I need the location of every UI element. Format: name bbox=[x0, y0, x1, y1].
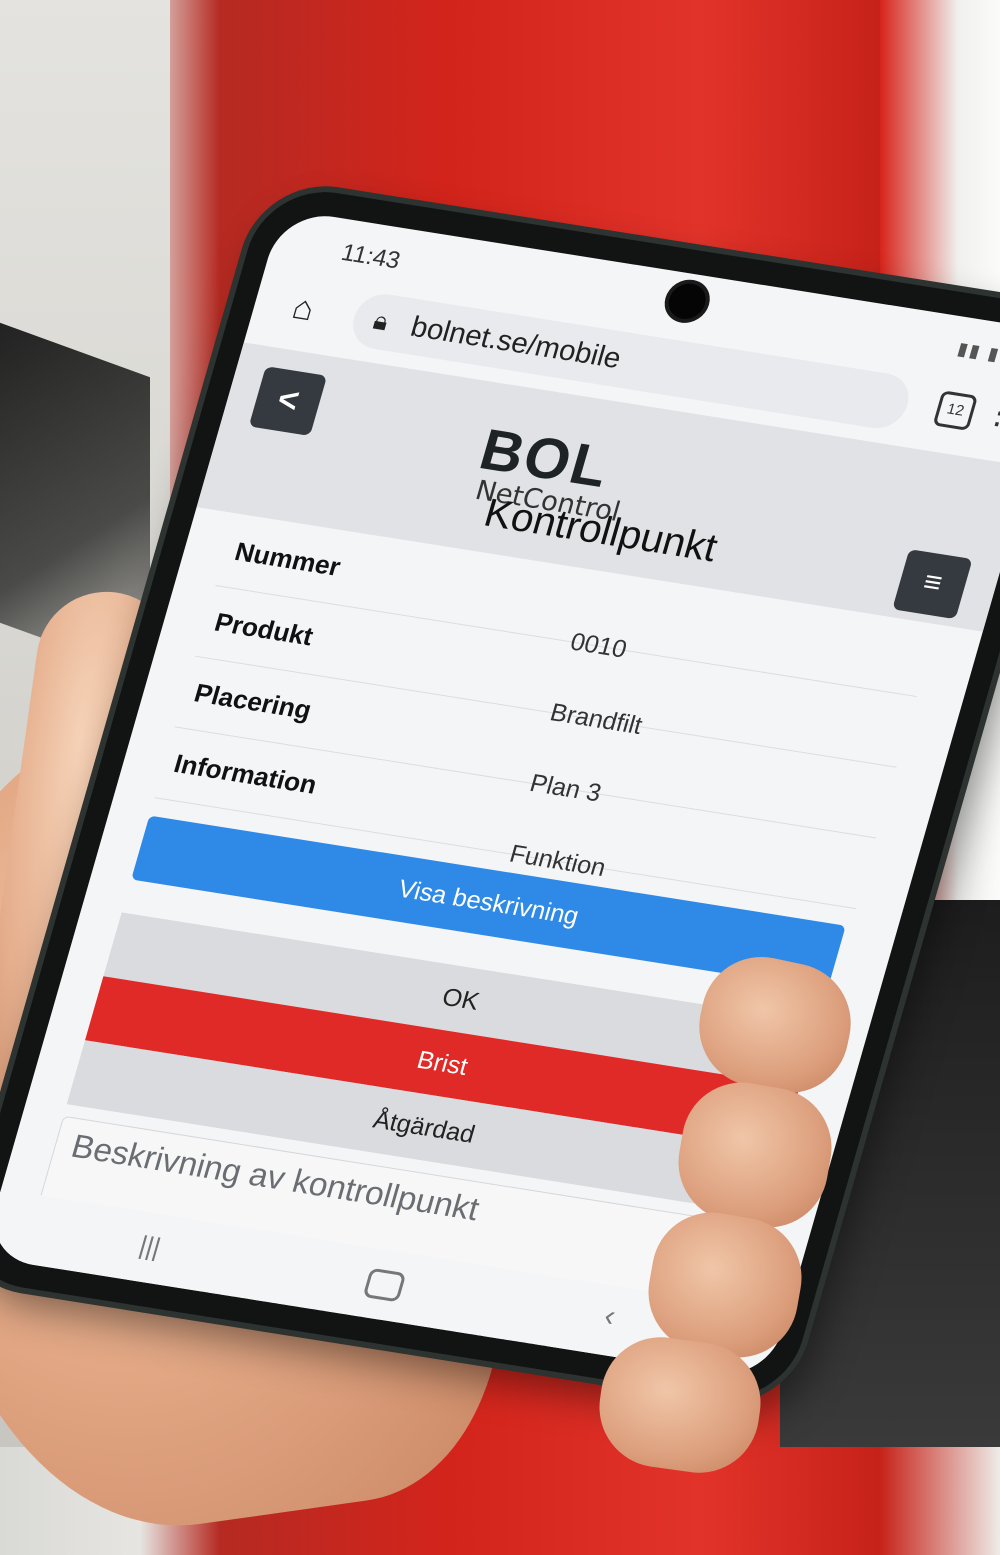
nav-home-icon[interactable] bbox=[362, 1267, 407, 1303]
home-icon[interactable]: ⌂ bbox=[288, 288, 319, 329]
row-label: Information bbox=[170, 748, 321, 800]
lock-icon: 🔒︎ bbox=[370, 305, 393, 337]
back-button[interactable]: < bbox=[248, 366, 328, 436]
row-label: Produkt bbox=[211, 606, 317, 652]
signal-battery-icon: ▮▮ ▮ bbox=[955, 338, 1000, 365]
status-time: 11:43 bbox=[338, 239, 404, 275]
row-label: Nummer bbox=[231, 536, 345, 582]
tabs-count-icon[interactable]: 12 bbox=[932, 390, 979, 431]
url-text: bolnet.se/mobile bbox=[407, 310, 625, 376]
recent-apps-icon[interactable]: ||| bbox=[136, 1230, 164, 1263]
nav-back-icon[interactable]: ‹ bbox=[600, 1299, 619, 1333]
row-label: Placering bbox=[191, 677, 315, 725]
menu-dots-icon[interactable]: ⋮ bbox=[979, 392, 1000, 434]
